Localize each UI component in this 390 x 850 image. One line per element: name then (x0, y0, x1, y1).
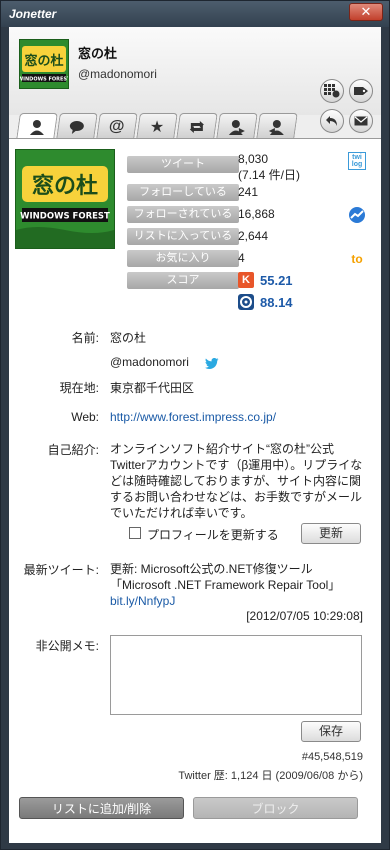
stat-label-followers[interactable]: フォローされている (127, 206, 239, 223)
stat-label-score: スコア (127, 272, 239, 289)
twitter-since: Twitter 歴: 1,124 日 (2009/06/08 から) (178, 770, 363, 782)
retweet-icon (189, 120, 204, 133)
tab-profile[interactable] (16, 113, 58, 140)
display-name: 窓の杜 (78, 46, 118, 61)
web-link[interactable]: http://www.forest.impress.co.jp/ (110, 410, 276, 424)
stat-value-favorites: 4 (238, 251, 245, 265)
svg-text:WINDOWS FOREST: WINDOWS FOREST (20, 77, 68, 83)
favstar-text: to (351, 252, 363, 266)
stat-value-following: 241 (238, 185, 259, 199)
stat-label-favorites[interactable]: お気に入り (127, 250, 239, 267)
madonomori-logo-small: 窓の杜 WINDOWS FOREST (20, 40, 68, 88)
profile-panel: 窓の杜 WINDOWS FOREST ツイート 8,030 (7.14 件/日)… (9, 139, 381, 843)
tab-tweets[interactable] (56, 113, 98, 139)
tab-followers[interactable] (256, 113, 298, 139)
tab-strip: @ ★ (9, 113, 381, 140)
latest-tweet-link[interactable]: bit.ly/NnfypJ (110, 594, 175, 608)
location-value: 東京都千代田区 (110, 381, 195, 395)
twitter-bird-icon (205, 358, 219, 369)
header-avatar: 窓の杜 WINDOWS FOREST (19, 39, 69, 89)
tag-icon (354, 87, 368, 95)
svg-text:窓の杜: 窓の杜 (24, 53, 63, 69)
favstar-icon[interactable]: to (348, 250, 366, 268)
speech-bubble-icon (69, 120, 84, 134)
tab-following[interactable] (216, 113, 258, 139)
score-service-icon (238, 294, 254, 310)
klout-score: 55.21 (260, 273, 293, 288)
tag-button[interactable] (349, 79, 373, 103)
tab-retweets[interactable] (176, 113, 218, 139)
profile-avatar: 窓の杜 WINDOWS FOREST (15, 149, 115, 249)
stat-value-tweets-per-day: (7.14 件/日) (238, 168, 301, 182)
stat-label-listed[interactable]: リストに入っている (127, 228, 239, 245)
latest-tweet-text: 更新: Microsoft公式の.NET修復ツール「Microsoft .NET… (110, 561, 370, 609)
secondary-score: 88.14 (260, 295, 293, 310)
stat-value-tweets: 8,030 (238, 152, 269, 166)
profile-header: 窓の杜 WINDOWS FOREST 窓の杜 @madonomori (9, 27, 381, 133)
update-button[interactable]: 更新 (301, 523, 361, 544)
private-memo-field[interactable] (110, 635, 362, 715)
tab-favorites[interactable]: ★ (136, 113, 178, 139)
tab-mentions[interactable]: @ (96, 113, 138, 139)
save-memo-button[interactable]: 保存 (301, 721, 361, 742)
update-profile-label[interactable]: プロフィールを更新する (147, 526, 279, 543)
madonomori-logo: 窓の杜 WINDOWS FOREST (16, 150, 114, 248)
grid-button[interactable] (320, 79, 344, 103)
stat-label-following[interactable]: フォローしている (127, 184, 239, 201)
web-label: Web: (71, 410, 99, 424)
user-number: #45,548,519 (301, 751, 363, 763)
title-bar[interactable]: Jonetter ✕ (1, 1, 389, 27)
update-profile-checkbox[interactable] (129, 527, 141, 539)
chart-service-icon[interactable] (348, 206, 366, 224)
stat-value-listed: 2,644 (238, 229, 269, 243)
client-area: 窓の杜 WINDOWS FOREST 窓の杜 @madonomori @ ★ 窓… (9, 27, 381, 843)
twilog-icon[interactable]: twi log (348, 152, 366, 170)
latest-tweet-label: 最新ツイート: (23, 563, 99, 577)
star-icon: ★ (149, 118, 165, 136)
bio-label: 自己紹介: (47, 443, 99, 457)
user-icon (29, 120, 44, 135)
at-sign-icon: @ (109, 117, 125, 135)
svg-text:WINDOWS FOREST: WINDOWS FOREST (20, 212, 110, 222)
add-to-list-button[interactable]: リストに追加/削除 (19, 797, 184, 819)
app-window: Jonetter ✕ 窓の杜 WINDOWS FOREST 窓の杜 @madon… (0, 0, 390, 850)
close-button[interactable]: ✕ (349, 3, 383, 21)
screen-name: @madonomori (78, 67, 157, 81)
stat-value-followers: 16,868 (238, 207, 275, 221)
klout-icon: K (238, 272, 254, 288)
svg-text:窓の杜: 窓の杜 (32, 173, 98, 199)
following-icon (228, 119, 245, 135)
stat-label-tweets: ツイート (127, 156, 239, 173)
latest-tweet-body: 更新: Microsoft公式の.NET修復ツール「Microsoft .NET… (110, 562, 341, 592)
name-label: 名前: (71, 331, 99, 345)
block-button[interactable]: ブロック (193, 797, 358, 819)
window-title: Jonetter (9, 7, 57, 21)
location-label: 現在地: (59, 381, 99, 395)
name-value: 窓の杜 (110, 331, 147, 345)
memo-label: 非公開メモ: (35, 639, 99, 653)
grid-calendar-icon (324, 84, 340, 98)
followers-icon (268, 119, 284, 135)
latest-tweet-date: [2012/07/05 10:29:08] (246, 609, 363, 623)
handle-value[interactable]: @madonomori (110, 355, 189, 369)
bio-text: オンラインソフト紹介サイト“窓の杜”公式Twitterアカウントです（β運用中）… (110, 442, 363, 520)
twilog-text: twi log (351, 154, 363, 168)
